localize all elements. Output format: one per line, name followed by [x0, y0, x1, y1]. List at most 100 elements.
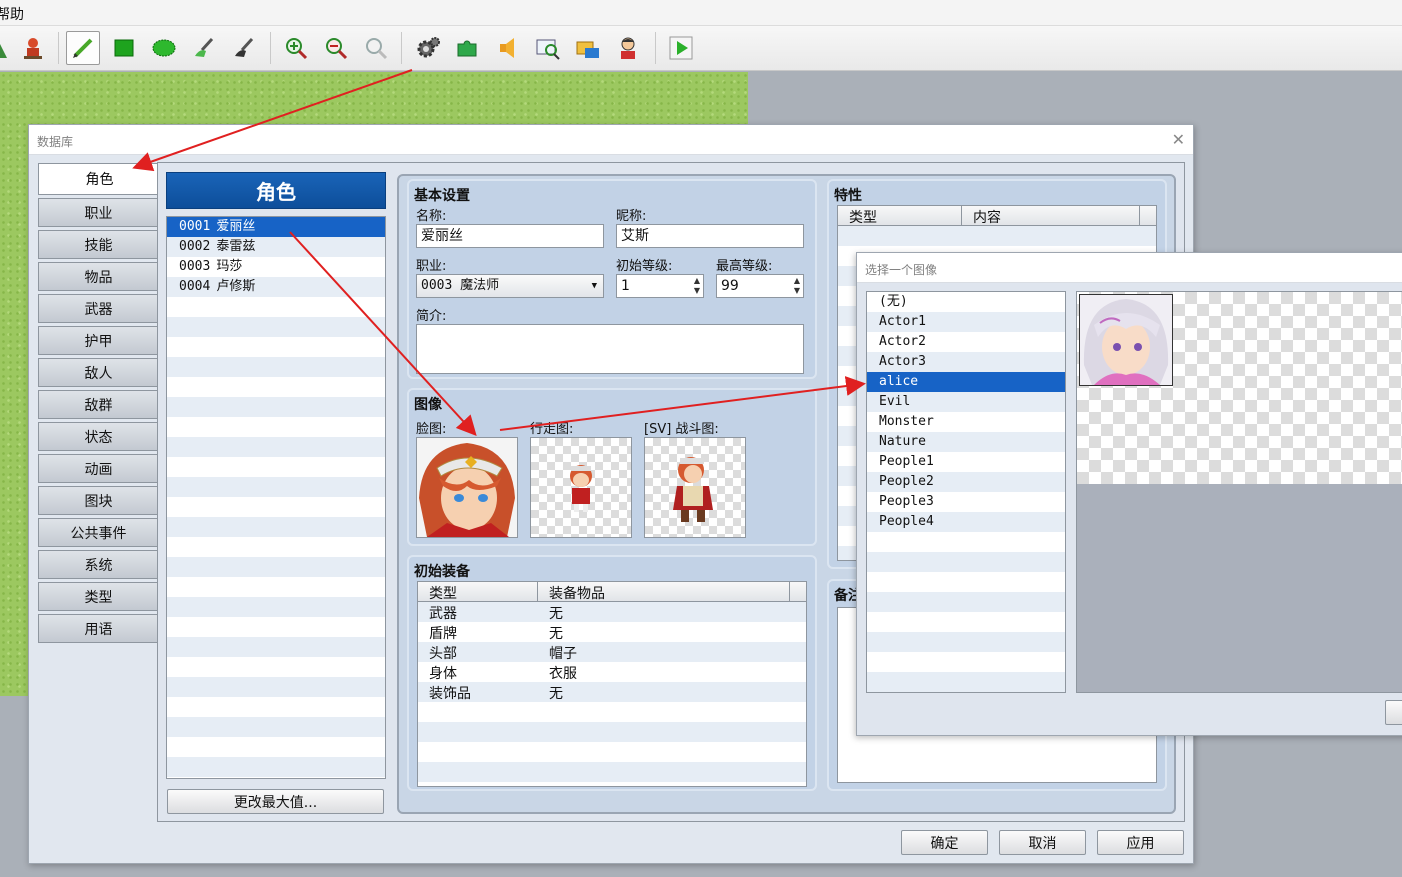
list-item[interactable]: Actor2	[867, 332, 1065, 352]
database-tabs: 角色 职业 技能 物品 武器 护甲 敌人 敌群 状态 动画 图块 公共事件 系统…	[38, 163, 160, 646]
zoom-in-icon[interactable]	[279, 31, 313, 65]
character-image[interactable]	[530, 437, 632, 538]
zoom-out-icon[interactable]	[319, 31, 353, 65]
list-item[interactable]: (无)	[867, 292, 1065, 312]
class-select[interactable]: 0003 魔法师 ▼	[416, 274, 604, 298]
table-row[interactable]: 武器无	[418, 602, 806, 622]
sound-speaker-icon[interactable]	[491, 31, 525, 65]
character-generator-icon[interactable]	[611, 31, 645, 65]
database-gear-icon[interactable]	[411, 31, 445, 65]
name-field[interactable]: 爱丽丝	[416, 224, 604, 248]
battler-image[interactable]	[644, 437, 746, 538]
list-item[interactable]: 0001 爱丽丝	[167, 217, 385, 237]
equipment-title: 初始装备	[414, 564, 470, 580]
column-header: 装备物品	[549, 586, 605, 602]
rectangle-icon[interactable]	[107, 31, 141, 65]
list-item[interactable]: People1	[867, 452, 1065, 472]
spin-arrows-icon[interactable]: ▲ ▼	[794, 276, 800, 296]
table-row[interactable]: 身体 衣服	[418, 662, 806, 682]
nickname-field[interactable]: 艾斯	[616, 224, 804, 248]
profile-label: 简介:	[416, 309, 447, 324]
character-label: 行走图:	[530, 422, 574, 437]
tab-troops[interactable]: 敌群	[38, 390, 159, 419]
tab-states[interactable]: 状态	[38, 422, 159, 451]
tab-system[interactable]: 系统	[38, 550, 159, 579]
battler-label: [SV] 战斗图:	[644, 422, 719, 437]
plugin-puzzle-icon[interactable]	[451, 31, 485, 65]
tab-skills[interactable]: 技能	[38, 230, 159, 259]
preview-face-tile[interactable]	[1079, 294, 1173, 386]
tab-armors[interactable]: 护甲	[38, 326, 159, 355]
event-icon[interactable]	[16, 31, 50, 65]
tab-common-events[interactable]: 公共事件	[38, 518, 159, 547]
tab-types[interactable]: 类型	[38, 582, 159, 611]
list-item[interactable]: Actor3	[867, 352, 1065, 372]
actor-list[interactable]: 0001 爱丽丝 0002 泰雷兹 0003 玛莎 0004 卢修斯	[166, 216, 386, 779]
basic-settings-group: 基本设置 名称: 爱丽丝 昵称: 艾斯 职业: 0003 魔法师 ▼ 初始等级:…	[407, 179, 817, 379]
equipment-table: 类型 装备物品 武器无 盾牌无 头部 帽子 身体 衣服 装饰品无	[417, 581, 807, 787]
picker-ok-button[interactable]	[1385, 700, 1402, 725]
zoom-actual-icon[interactable]	[359, 31, 393, 65]
list-item[interactable]: 0004 卢修斯	[167, 277, 385, 297]
list-item[interactable]: People2	[867, 472, 1065, 492]
table-row[interactable]: 装饰品无	[418, 682, 806, 702]
list-item[interactable]: Evil	[867, 392, 1065, 412]
tab-weapons[interactable]: 武器	[38, 294, 159, 323]
list-item[interactable]: People4	[867, 512, 1065, 532]
spin-arrows-icon[interactable]: ▲ ▼	[694, 276, 700, 296]
event-search-icon[interactable]	[531, 31, 565, 65]
pencil-icon[interactable]	[66, 31, 100, 65]
ok-button[interactable]: 确定	[901, 830, 988, 855]
tab-actors[interactable]: 角色	[38, 163, 160, 195]
database-titlebar: 数据库 ✕	[29, 125, 1193, 155]
list-item[interactable]: People3	[867, 492, 1065, 512]
resource-manager-icon[interactable]	[571, 31, 605, 65]
terrain-icon[interactable]	[0, 31, 14, 65]
list-item[interactable]: Nature	[867, 432, 1065, 452]
column-header: 类型	[849, 210, 877, 226]
max-level-stepper[interactable]: 99 ▲ ▼	[716, 274, 804, 298]
play-test-icon[interactable]	[664, 31, 698, 65]
table-row[interactable]: 盾牌无	[418, 622, 806, 642]
tab-tilesets[interactable]: 图块	[38, 486, 159, 515]
ellipse-icon[interactable]	[147, 31, 181, 65]
tab-items[interactable]: 物品	[38, 262, 159, 291]
fill-icon[interactable]	[187, 31, 221, 65]
image-file-list[interactable]: (无) Actor1 Actor2 Actor3 alice Evil Mons…	[866, 291, 1066, 693]
initial-level-label: 初始等级:	[616, 259, 673, 274]
apply-button[interactable]: 应用	[1097, 830, 1184, 855]
database-title: 数据库	[37, 135, 74, 149]
list-item[interactable]: 0002 泰雷兹	[167, 237, 385, 257]
tab-animations[interactable]: 动画	[38, 454, 159, 483]
initial-level-stepper[interactable]: 1 ▲ ▼	[616, 274, 704, 298]
change-max-button[interactable]: 更改最大值...	[167, 789, 384, 814]
tab-classes[interactable]: 职业	[38, 198, 159, 227]
tab-enemies[interactable]: 敌人	[38, 358, 159, 387]
profile-textarea[interactable]	[416, 324, 804, 374]
class-select-value: 0003 魔法师	[421, 278, 500, 293]
menu-help[interactable]: 帮助	[0, 4, 24, 24]
tab-terms[interactable]: 用语	[38, 614, 159, 643]
shadow-pen-icon[interactable]	[227, 31, 261, 65]
picker-title: 选择一个图像	[865, 263, 938, 277]
initial-level-value: 1	[621, 278, 630, 294]
list-item[interactable]: Actor1	[867, 312, 1065, 332]
image-preview[interactable]	[1076, 291, 1402, 693]
traits-title: 特性	[834, 188, 862, 204]
face-image[interactable]	[416, 437, 518, 538]
class-label: 职业:	[416, 259, 447, 274]
table-row[interactable]: 头部 帽子	[418, 642, 806, 662]
max-level-value: 99	[721, 278, 739, 294]
cancel-button[interactable]: 取消	[999, 830, 1086, 855]
picker-titlebar: 选择一个图像	[857, 253, 1402, 283]
close-icon[interactable]: ✕	[1172, 130, 1185, 149]
basic-settings-title: 基本设置	[414, 188, 470, 204]
alice-portrait-icon	[1080, 295, 1172, 385]
max-level-label: 最高等级:	[716, 259, 773, 274]
list-item[interactable]: alice	[867, 372, 1065, 392]
column-header: 内容	[973, 210, 1001, 226]
list-item[interactable]: 0003 玛莎	[167, 257, 385, 277]
nickname-label: 昵称:	[616, 209, 647, 224]
list-item[interactable]: Monster	[867, 412, 1065, 432]
menu-bar: 帮助	[0, 0, 1402, 26]
